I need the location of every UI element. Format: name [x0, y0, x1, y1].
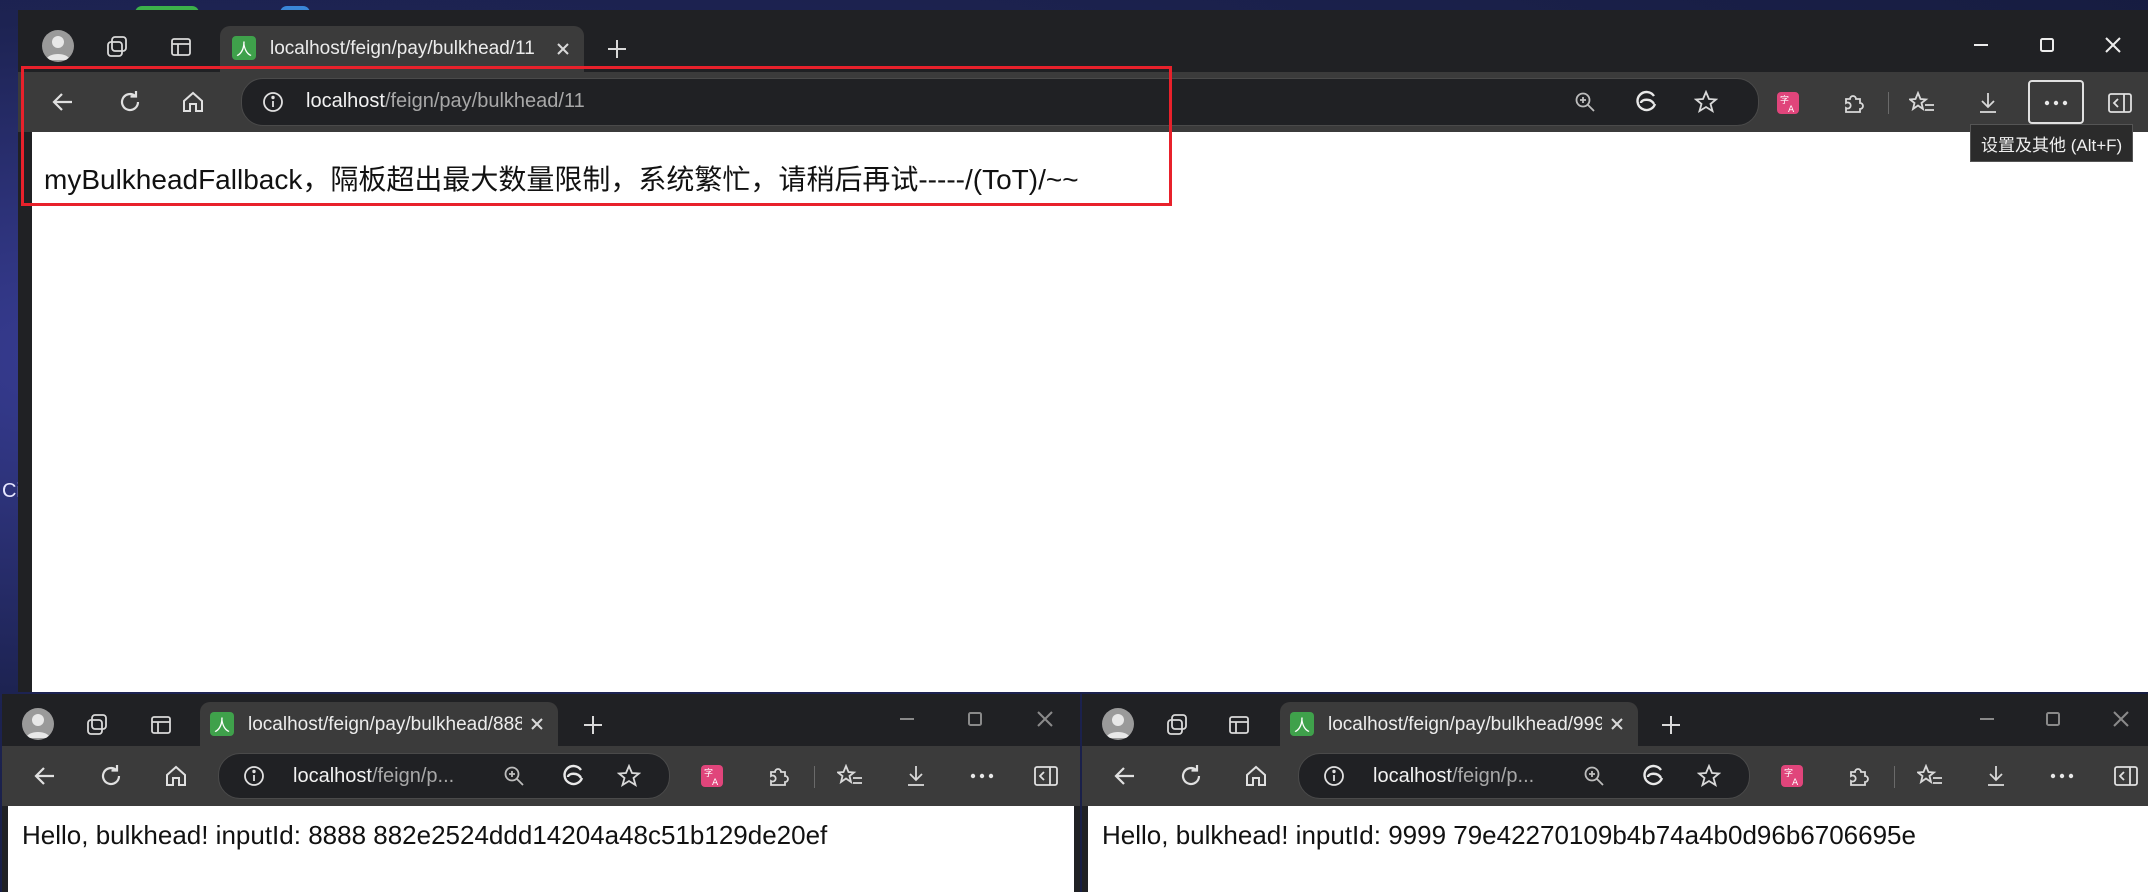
- tab-active[interactable]: 人 localhost/feign/pay/bulkhead/888: [200, 702, 558, 746]
- profile-avatar-icon[interactable]: [1102, 708, 1134, 740]
- sidebar-icon[interactable]: [2112, 762, 2140, 790]
- profile-avatar-icon[interactable]: [42, 30, 74, 62]
- red-highlight-box: [21, 66, 1172, 206]
- download-icon[interactable]: [1982, 762, 2010, 790]
- refresh-icon[interactable]: [1176, 761, 1206, 791]
- toolbar-separator: [1894, 766, 1895, 788]
- url-host: localhost: [1373, 765, 1452, 787]
- page-content: Hello, bulkhead! inputId: 9999 79e422701…: [1088, 806, 2148, 892]
- favorites-list-icon[interactable]: [836, 762, 864, 790]
- title-bar: 人 localhost/feign/pay/bulkhead/11: [18, 10, 2148, 72]
- arrow-left-icon[interactable]: [1110, 761, 1140, 791]
- browser-window-bottom-right: 人 localhost/feign/pay/bulkhead/999 local…: [1082, 694, 2148, 892]
- zoom-icon[interactable]: [1581, 763, 1607, 789]
- maximize-icon[interactable]: [2038, 704, 2068, 734]
- toolbar: localhost/feign/p... 字A: [2, 746, 1080, 806]
- url-path: /feign/p...: [371, 765, 455, 787]
- maximize-icon[interactable]: [960, 704, 990, 734]
- home-icon[interactable]: [161, 761, 191, 791]
- tab-title: localhost/feign/pay/bulkhead/11: [270, 38, 535, 59]
- edge-icon[interactable]: [1632, 88, 1660, 116]
- translate-icon[interactable]: 字A: [698, 762, 726, 790]
- minimize-icon[interactable]: [1966, 30, 1996, 60]
- sidebar-icon[interactable]: [1032, 762, 1060, 790]
- browser-window-bottom-left: 人 localhost/feign/pay/bulkhead/888 local…: [2, 694, 1080, 892]
- title-bar: 人 localhost/feign/pay/bulkhead/999: [1082, 694, 2148, 746]
- tab-favicon-icon: 人: [210, 712, 234, 736]
- sidebar-icon[interactable]: [2106, 89, 2134, 117]
- more-dots-icon[interactable]: [2048, 762, 2076, 790]
- close-window-icon[interactable]: [2098, 30, 2128, 60]
- edge-icon[interactable]: [1639, 762, 1667, 790]
- title-bar: 人 localhost/feign/pay/bulkhead/888: [2, 694, 1080, 746]
- maximize-icon[interactable]: [2032, 30, 2062, 60]
- tab-actions-icon[interactable]: [146, 710, 176, 740]
- close-icon[interactable]: [1606, 713, 1628, 735]
- svg-text:A: A: [712, 778, 719, 788]
- close-icon[interactable]: [552, 38, 574, 60]
- refresh-icon[interactable]: [96, 761, 126, 791]
- translate-icon[interactable]: 字A: [1778, 762, 1806, 790]
- favorites-list-icon[interactable]: [1908, 89, 1936, 117]
- page-content: Hello, bulkhead! inputId: 8888 882e2524d…: [8, 806, 1074, 892]
- close-window-icon[interactable]: [2106, 704, 2136, 734]
- minimize-icon[interactable]: [1972, 704, 2002, 734]
- zoom-icon[interactable]: [501, 763, 527, 789]
- edge-icon[interactable]: [559, 762, 587, 790]
- star-icon[interactable]: [1692, 88, 1720, 116]
- more-dots-icon[interactable]: [968, 762, 996, 790]
- address-bar[interactable]: localhost/feign/p...: [1298, 753, 1750, 799]
- download-icon[interactable]: [1974, 89, 2002, 117]
- tab-actions-icon[interactable]: [166, 32, 196, 62]
- toolbar-separator: [1888, 92, 1889, 114]
- minimize-icon[interactable]: [892, 704, 922, 734]
- svg-text:A: A: [1792, 778, 1799, 788]
- tab-actions-icon[interactable]: [1224, 710, 1254, 740]
- download-icon[interactable]: [902, 762, 930, 790]
- info-icon[interactable]: [241, 763, 267, 789]
- star-icon[interactable]: [1695, 762, 1723, 790]
- plus-icon[interactable]: [1656, 710, 1686, 740]
- hello-message: Hello, bulkhead! inputId: 9999 79e422701…: [1102, 820, 1916, 850]
- toolbar: localhost/feign/p... 字A: [1082, 746, 2148, 806]
- profile-avatar-icon[interactable]: [22, 708, 54, 740]
- arrow-left-icon[interactable]: [30, 761, 60, 791]
- url-text: localhost/feign/p...: [1373, 765, 1559, 788]
- workspaces-icon[interactable]: [82, 710, 112, 740]
- puzzle-icon[interactable]: [1844, 762, 1872, 790]
- plus-icon[interactable]: [602, 34, 632, 64]
- url-host: localhost: [293, 765, 372, 787]
- page-content: myBulkheadFallback，隔板超出最大数量限制，系统繁忙，请稍后再试…: [32, 132, 2148, 692]
- tab-favicon-icon: 人: [1290, 712, 1314, 736]
- url-text: localhost/feign/p...: [293, 765, 479, 788]
- workspaces-icon[interactable]: [1162, 710, 1192, 740]
- svg-text:A: A: [1788, 105, 1795, 115]
- hello-message: Hello, bulkhead! inputId: 8888 882e2524d…: [22, 820, 828, 850]
- close-window-icon[interactable]: [1030, 704, 1060, 734]
- toolbar-separator: [814, 766, 815, 788]
- tab-title: localhost/feign/pay/bulkhead/888: [248, 714, 522, 735]
- puzzle-icon[interactable]: [764, 762, 792, 790]
- tab-favicon-icon: 人: [232, 36, 256, 60]
- favorites-list-icon[interactable]: [1916, 762, 1944, 790]
- close-icon[interactable]: [526, 713, 548, 735]
- address-bar[interactable]: localhost/feign/p...: [218, 753, 670, 799]
- info-icon[interactable]: [1321, 763, 1347, 789]
- workspaces-icon[interactable]: [102, 32, 132, 62]
- star-icon[interactable]: [615, 762, 643, 790]
- home-icon[interactable]: [1241, 761, 1271, 791]
- tab-title: localhost/feign/pay/bulkhead/999: [1328, 714, 1602, 735]
- more-dots-icon[interactable]: [2042, 89, 2070, 117]
- translate-icon[interactable]: 字A: [1774, 89, 1802, 117]
- zoom-icon[interactable]: [1572, 89, 1598, 115]
- tab-active[interactable]: 人 localhost/feign/pay/bulkhead/999: [1280, 702, 1638, 746]
- url-path: /feign/p...: [1451, 765, 1535, 787]
- more-tooltip: 设置及其他 (Alt+F): [1970, 124, 2134, 162]
- plus-icon[interactable]: [578, 710, 608, 740]
- puzzle-icon[interactable]: [1839, 89, 1867, 117]
